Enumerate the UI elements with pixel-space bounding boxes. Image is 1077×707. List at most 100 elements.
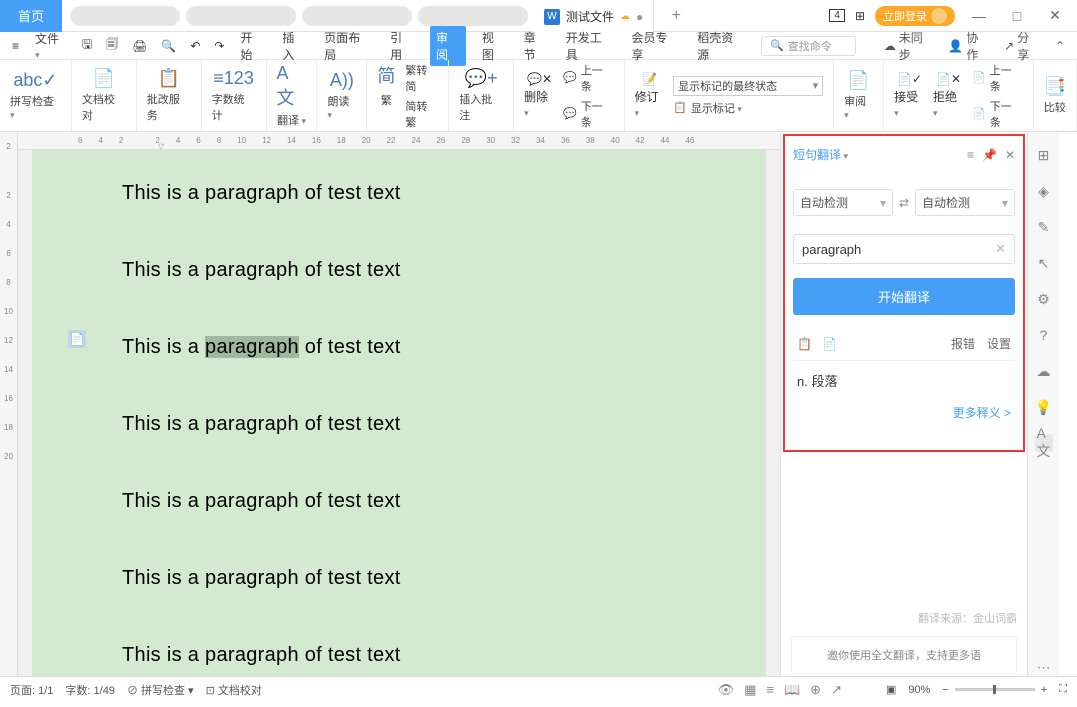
compare-button[interactable]: 📑 比较: [1034, 60, 1077, 131]
paragraph[interactable]: This is a paragraph of test text: [122, 490, 676, 513]
redo-icon[interactable]: ↷: [214, 39, 224, 53]
zoom-value[interactable]: 90%: [908, 684, 930, 696]
translation-source: 翻译来源：金山词霸: [781, 610, 1027, 626]
simp-to-trad-button[interactable]: 简转繁: [405, 98, 438, 130]
command-search[interactable]: 🔍 查找命令: [761, 36, 856, 56]
help-icon[interactable]: ?: [1035, 326, 1053, 344]
select-icon[interactable]: ↖: [1035, 254, 1053, 272]
hamburger-icon[interactable]: ≡: [12, 39, 19, 53]
paragraph[interactable]: This is a paragraph of test text: [122, 336, 676, 359]
translate-rail-icon[interactable]: A文: [1035, 434, 1053, 452]
more-icon[interactable]: ⋯: [1035, 658, 1053, 676]
selected-text[interactable]: paragraph: [205, 336, 299, 358]
collapse-ribbon[interactable]: ⌃: [1055, 39, 1065, 53]
close-button[interactable]: ✕: [1041, 7, 1069, 24]
paragraph[interactable]: This is a paragraph of test text: [122, 644, 676, 667]
paragraph[interactable]: This is a paragraph of test text: [122, 413, 676, 436]
undo-icon[interactable]: ↶: [190, 39, 200, 53]
invite-fulltext-box[interactable]: 邀你使用全文翻译，支持更多语: [791, 636, 1017, 674]
apps-icon[interactable]: ⊞: [855, 9, 865, 23]
doc-compare-button[interactable]: 📄 文档校对: [72, 60, 137, 131]
report-error-button[interactable]: 报错: [951, 335, 975, 352]
translate-input[interactable]: paragraph ✕: [793, 234, 1015, 264]
more-definitions-link[interactable]: 更多释义 >: [793, 400, 1015, 425]
paragraph[interactable]: This is a paragraph of test text: [122, 567, 676, 590]
delete-comment-button[interactable]: 💬✕ 删除: [524, 72, 555, 119]
review-button[interactable]: 📄 审阅: [834, 60, 884, 131]
copy-result-icon[interactable]: 📄: [822, 337, 837, 351]
translate-button[interactable]: A文 翻译: [267, 60, 318, 131]
proofread-status[interactable]: ⊡ 文档校对: [206, 682, 262, 698]
background-tab[interactable]: [186, 6, 296, 26]
spell-check-button[interactable]: abc✓ 拼写检查: [0, 60, 72, 131]
fullscreen-icon[interactable]: ⛶: [1059, 683, 1067, 696]
background-tab[interactable]: [70, 6, 180, 26]
bulb-icon[interactable]: 💡: [1035, 398, 1053, 416]
source-lang-select[interactable]: 自动检测▾: [793, 189, 893, 216]
copy-source-icon[interactable]: 📋: [797, 337, 812, 351]
view-page-icon[interactable]: ▦: [744, 682, 756, 698]
settings-icon[interactable]: ⚙: [1035, 290, 1053, 308]
background-tab[interactable]: [302, 6, 412, 26]
next-change-button[interactable]: 📄 下一条: [972, 98, 1023, 130]
trad-to-simp-button[interactable]: 繁转简: [405, 62, 438, 94]
paragraph-marker-icon[interactable]: 📄: [68, 330, 86, 348]
next-comment-button[interactable]: 💬 下一条: [563, 98, 614, 130]
markup-state-select[interactable]: 显示标记的最终状态: [673, 76, 823, 96]
view-read-icon[interactable]: 📖: [784, 682, 800, 698]
pin-icon[interactable]: 📌: [982, 148, 997, 162]
close-panel-icon[interactable]: ✕: [1005, 148, 1015, 162]
swap-lang-icon[interactable]: ⇄: [899, 196, 909, 210]
focus-mode-icon[interactable]: 👁: [718, 682, 735, 698]
paragraph[interactable]: This is a paragraph of test text: [122, 259, 676, 282]
paragraph[interactable]: This is a paragraph of test text: [122, 182, 676, 205]
panel-title[interactable]: 短句翻译: [793, 146, 848, 163]
maximize-button[interactable]: □: [1003, 8, 1031, 24]
show-markup-button[interactable]: 📋 显示标记: [673, 100, 823, 116]
menu-icon[interactable]: ≡: [967, 148, 974, 162]
approve-service-button[interactable]: 📋 批改服务: [137, 60, 202, 131]
spell-check-status[interactable]: ⊘ 拼写检查 ▾: [127, 682, 194, 698]
prev-comment-button[interactable]: 💬 上一条: [563, 62, 614, 94]
zoom-in-button[interactable]: +: [1041, 684, 1047, 696]
view-outline-icon[interactable]: ≡: [766, 682, 774, 698]
page-indicator[interactable]: 页面: 1/1: [10, 682, 53, 698]
print-icon[interactable]: 🖨: [132, 39, 147, 53]
settings-button[interactable]: 设置: [987, 335, 1011, 352]
read-aloud-button[interactable]: A)) 朗读: [317, 60, 367, 131]
sync-status[interactable]: ☁未同步: [884, 29, 935, 63]
zoom-slider[interactable]: [955, 688, 1035, 691]
insert-comment-button[interactable]: 💬+ 插入批注: [449, 60, 514, 131]
minimize-button[interactable]: —: [965, 8, 993, 24]
view-print-icon[interactable]: ↗: [831, 682, 842, 698]
word-count[interactable]: 字数: 1/49: [65, 682, 115, 698]
delete-icon: 💬✕: [527, 72, 552, 86]
toc-icon[interactable]: ⊞: [1035, 146, 1053, 164]
accept-button[interactable]: 📄✓ 接受: [894, 72, 925, 119]
saveas-icon[interactable]: 🗐: [106, 35, 118, 56]
edit-icon[interactable]: ✎: [1035, 218, 1053, 236]
login-button[interactable]: 立即登录: [875, 6, 955, 26]
badge[interactable]: 4: [829, 9, 845, 22]
new-tab-button[interactable]: +: [660, 7, 692, 25]
clear-input-icon[interactable]: ✕: [995, 241, 1006, 257]
styles-icon[interactable]: ◈: [1035, 182, 1053, 200]
zoom-out-button[interactable]: −: [942, 684, 948, 696]
collab-button[interactable]: 👤协作: [948, 29, 990, 63]
document-page[interactable]: 📄 This is a paragraph of test text This …: [32, 150, 766, 676]
file-menu[interactable]: 文件: [33, 27, 68, 64]
view-web-icon[interactable]: ⊕: [810, 682, 821, 698]
start-translate-button[interactable]: 开始翻译: [793, 278, 1015, 315]
reject-button[interactable]: 📄✕ 拒绝: [933, 72, 964, 119]
share-button[interactable]: ↗分享: [1004, 29, 1041, 63]
target-lang-select[interactable]: 自动检测▾: [915, 189, 1015, 216]
prev-change-button[interactable]: 📄 上一条: [972, 62, 1023, 94]
page-viewport[interactable]: 📄 This is a paragraph of test text This …: [18, 150, 780, 676]
preview-icon[interactable]: 🔍: [161, 39, 176, 53]
word-count-button[interactable]: ≡123 字数统计: [202, 60, 267, 131]
background-tab[interactable]: [418, 6, 528, 26]
zoom-fit-icon[interactable]: ▣: [886, 683, 896, 696]
revise-button[interactable]: 📝 修订: [635, 72, 666, 119]
cloud-icon[interactable]: ☁: [1035, 362, 1053, 380]
save-icon[interactable]: 🖫: [82, 35, 92, 56]
